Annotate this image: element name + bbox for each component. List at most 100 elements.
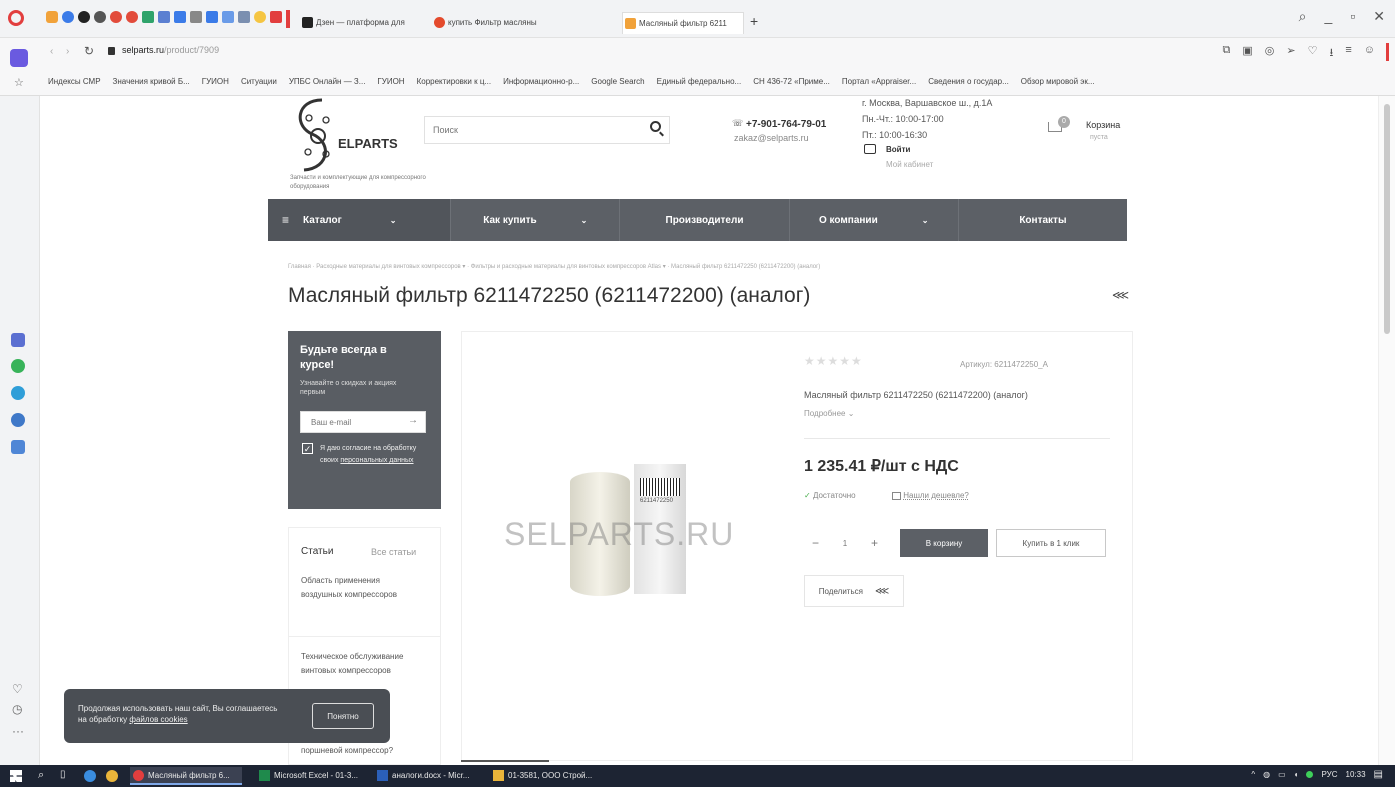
pinned-tab-icon[interactable] <box>190 11 202 23</box>
display-icon[interactable]: ▭ <box>1278 770 1286 779</box>
arrow-right-icon[interactable]: → <box>408 415 418 426</box>
plus-button[interactable]: + <box>863 536 886 550</box>
messenger-icon[interactable] <box>11 333 25 347</box>
more-icon[interactable]: ··· <box>12 724 24 738</box>
phone-number[interactable]: +7-901-764-79-01 <box>746 119 826 130</box>
profile-icon[interactable]: ☺ <box>1364 44 1375 63</box>
breadcrumb-home[interactable]: Главная <box>288 264 311 270</box>
cheaper-link[interactable]: Нашли дешевле? <box>892 491 969 500</box>
pinned-tab-icon[interactable] <box>158 11 170 23</box>
pinned-tab-icon[interactable] <box>238 11 250 23</box>
chrome-icon[interactable] <box>106 770 118 782</box>
article-item[interactable]: Область применения воздушных компрессоро… <box>301 574 421 602</box>
breadcrumb-crumb-2[interactable]: Фильтры и расходные материалы для винтов… <box>471 264 661 270</box>
taskbar-app-folder[interactable]: 01-3581, ООО Строй... <box>490 767 602 785</box>
consent-checkbox[interactable]: ✓ <box>302 443 313 454</box>
bookmark-icon[interactable]: ♡ <box>1308 44 1318 63</box>
scrollbar-thumb[interactable] <box>1384 104 1390 334</box>
tab-search[interactable]: купить Фильтр масляны <box>432 12 618 34</box>
article-item[interactable]: поршневой компрессор? <box>301 744 421 758</box>
user-icon[interactable] <box>864 144 876 154</box>
more-link[interactable]: Подробнее ⌄ <box>804 409 854 418</box>
whatsapp-icon[interactable] <box>11 359 25 373</box>
close-icon[interactable]: ✕ <box>1373 8 1385 25</box>
nav-contacts[interactable]: Контакты <box>959 199 1127 241</box>
cart-label[interactable]: Корзина <box>1086 120 1120 130</box>
protect-icon[interactable]: ◎ <box>1265 44 1275 63</box>
bookmark-item[interactable]: Информационно-р... <box>503 77 579 86</box>
quantity-value[interactable]: 1 <box>843 539 847 548</box>
bookmark-item[interactable]: СН 436-72 «Приме... <box>753 77 830 86</box>
copy-icon[interactable]: ⧉ <box>1223 44 1231 63</box>
article-item[interactable]: Техническое обслуживание винтовых компре… <box>301 650 421 678</box>
back-icon[interactable]: ‹ <box>50 46 53 57</box>
bookmark-item[interactable]: Портал «Appraiser... <box>842 77 916 86</box>
edge-icon[interactable] <box>84 770 96 782</box>
download-icon[interactable]: ⭳ <box>1329 44 1333 63</box>
chevron-up-icon[interactable]: ^ <box>1251 770 1255 779</box>
taskbar-app-excel[interactable]: Microsoft Excel - 01-3... <box>256 767 368 785</box>
sidebar-home-icon[interactable] <box>10 49 28 67</box>
search-icon[interactable]: ⌕ <box>38 769 44 782</box>
pinned-tab-icon[interactable] <box>62 11 74 23</box>
pinned-tab-icon[interactable] <box>270 11 282 23</box>
tab-dzen[interactable]: Дзен — платформа для <box>300 12 428 34</box>
pinned-tab-icon[interactable] <box>174 11 186 23</box>
breadcrumb-crumb-1[interactable]: Расходные материалы для винтовых компрес… <box>316 264 461 270</box>
nav-about[interactable]: О компании ⌄ <box>790 199 959 241</box>
history-icon[interactable]: ◷ <box>12 702 22 716</box>
taskbar-app-browser[interactable]: Масляный фильтр 6... <box>130 767 242 785</box>
volume-icon[interactable]: ◖ <box>1294 770 1299 779</box>
email-field[interactable] <box>301 412 397 432</box>
buy-one-click-button[interactable]: Купить в 1 клик <box>996 529 1106 557</box>
taskbar-app-word[interactable]: аналоги.docx - Micr... <box>374 767 484 785</box>
share-button[interactable]: Поделиться ⋘ <box>804 575 904 607</box>
cookie-accept-button[interactable]: Понятно <box>312 703 374 729</box>
pinned-tab-icon[interactable] <box>46 11 58 23</box>
tab-product-active[interactable]: Масляный фильтр 6211 <box>622 12 744 34</box>
star-icon[interactable]: ☆ <box>14 76 24 89</box>
send-icon[interactable]: ➢ <box>1286 44 1295 63</box>
cabinet-link[interactable]: Мой кабинет <box>886 160 933 169</box>
pinned-tab-icon[interactable] <box>126 11 138 23</box>
bookmark-item[interactable]: ГУИОН <box>202 77 229 86</box>
task-view-icon[interactable]: ▯ <box>60 769 66 780</box>
all-articles-link[interactable]: Все статьи <box>371 547 416 557</box>
consent-link[interactable]: персональных данных <box>340 457 413 464</box>
nav-catalog[interactable]: ≡ Каталог ⌄ <box>268 199 452 241</box>
minus-button[interactable]: − <box>804 536 827 550</box>
bookmark-item[interactable]: ГУИОН <box>377 77 404 86</box>
language-indicator[interactable]: РУС <box>1321 770 1337 779</box>
new-tab-button[interactable]: + <box>750 13 758 29</box>
login-link[interactable]: Войти <box>886 145 910 154</box>
page-scrollbar[interactable] <box>1378 96 1395 765</box>
pinned-tab-icon[interactable] <box>78 11 90 23</box>
clock[interactable]: 10:33 <box>1346 770 1366 779</box>
reader-icon[interactable]: ▣ <box>1242 44 1252 63</box>
bookmark-item[interactable]: Google Search <box>591 77 644 86</box>
network-icon[interactable]: ◍ <box>1263 770 1270 779</box>
search-input[interactable] <box>425 117 635 143</box>
pinned-tab-icon[interactable] <box>254 11 266 23</box>
menu-icon[interactable]: ≡ <box>1345 44 1351 63</box>
bookmark-item[interactable]: Значения кривой Б... <box>113 77 190 86</box>
bookmark-item[interactable]: Индексы СМР <box>48 77 101 86</box>
product-image[interactable]: 6211472250 SELPARTS.RU <box>492 452 792 652</box>
cookie-link[interactable]: файлов cookies <box>129 715 187 724</box>
minimize-icon[interactable]: _ <box>1325 8 1333 25</box>
notifications-icon[interactable]: ▤ <box>1374 769 1383 780</box>
nav-manufacturers[interactable]: Производители <box>620 199 790 241</box>
heart-icon[interactable]: ♡ <box>12 682 23 696</box>
search-tabs-icon[interactable]: ⌕ <box>1299 8 1307 25</box>
browser-logo-icon[interactable] <box>8 10 24 26</box>
vk-icon[interactable] <box>11 413 25 427</box>
url-field[interactable]: selparts.ru/product/7909 <box>122 45 219 55</box>
pinned-tab-icon[interactable] <box>94 11 106 23</box>
email-link[interactable]: zakaz@selparts.ru <box>734 133 809 143</box>
pinned-tab-icon[interactable] <box>206 11 218 23</box>
site-logo[interactable] <box>288 96 344 176</box>
bookmark-item[interactable]: Ситуации <box>241 77 277 86</box>
bookmark-item[interactable]: УПБС Онлайн — З... <box>289 77 366 86</box>
rating-stars[interactable]: ★★★★★ <box>804 354 863 368</box>
nav-how-to-buy[interactable]: Как купить ⌄ <box>451 199 621 241</box>
